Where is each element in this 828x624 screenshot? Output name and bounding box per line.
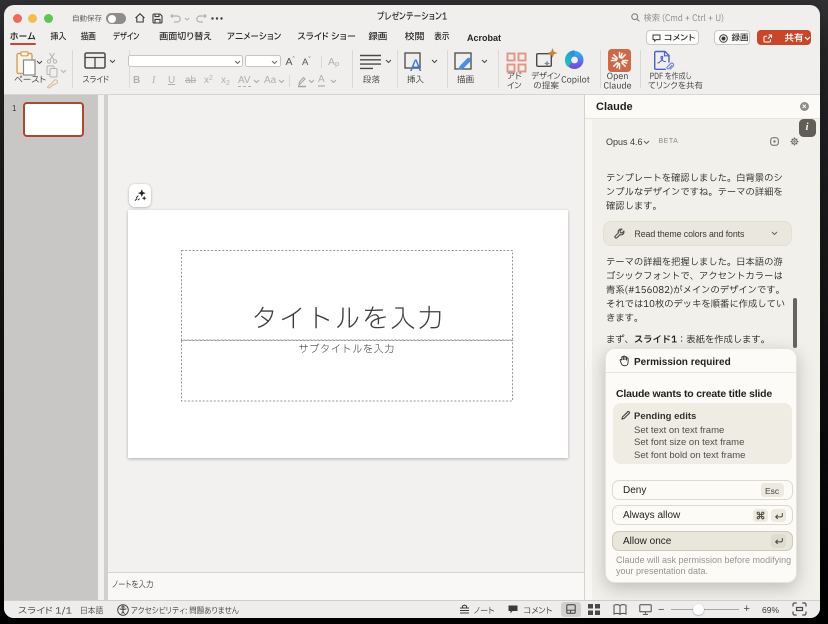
svg-text:A: A	[410, 56, 422, 75]
